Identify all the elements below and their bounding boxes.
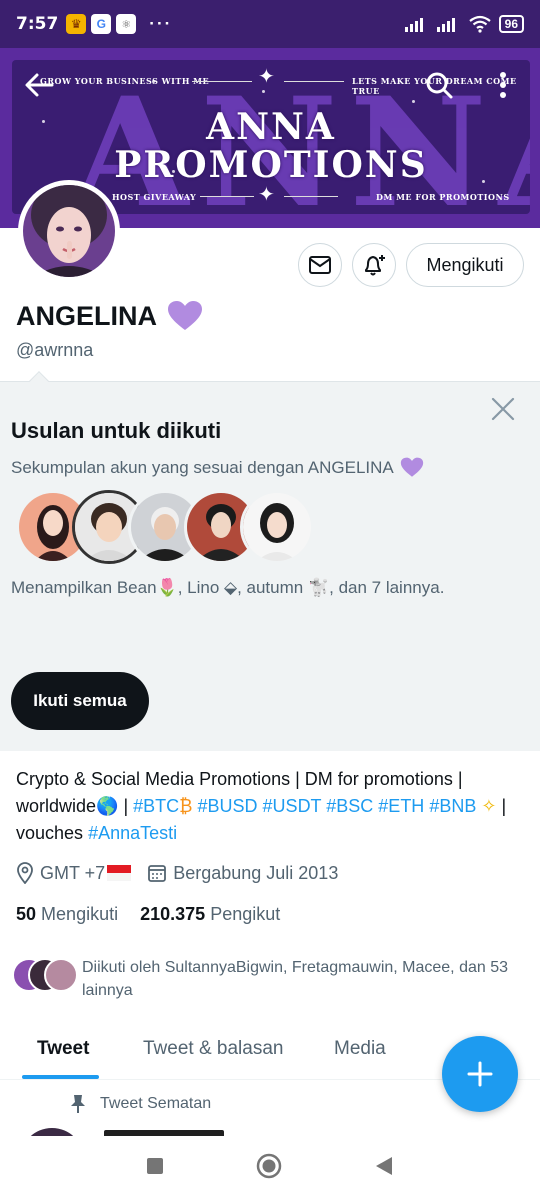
back-button[interactable] <box>24 72 54 103</box>
signal-icon <box>404 18 423 32</box>
sparkle-icon: ✦ <box>258 66 275 88</box>
calendar-icon <box>148 865 167 882</box>
home-circle-icon <box>256 1153 282 1178</box>
hashtag-link[interactable]: #USDT <box>263 796 322 816</box>
follow-suggestions-panel: Usulan untuk diikuti Sekumpulan akun yan… <box>0 371 540 751</box>
compose-tweet-button[interactable] <box>442 1036 518 1112</box>
follow-stats: 50 Mengikuti 210.375 Pengikut <box>16 904 280 925</box>
following-button[interactable]: Mengikuti <box>406 243 524 287</box>
followers-you-know-avatars <box>12 956 80 992</box>
pin-icon <box>71 1095 85 1113</box>
hashtag-link[interactable]: #BNB <box>429 796 476 816</box>
more-notifications-icon: ··· <box>149 14 173 33</box>
hashtag-link[interactable]: #BSC <box>326 796 373 816</box>
banner-text-bottom-left: HOST GIVEAWAY <box>112 192 197 202</box>
recents-button[interactable] <box>146 1157 164 1180</box>
notifications-toggle-button[interactable] <box>352 243 396 287</box>
google-icon: G <box>91 14 112 34</box>
hashtag-link[interactable]: #AnnaTesti <box>88 823 177 843</box>
following-count-link[interactable]: 50 Mengikuti <box>16 904 118 925</box>
hashtag-link[interactable]: #BUSD <box>198 796 258 816</box>
profile-name: ANGELINA <box>16 300 203 332</box>
bio-text: worldwide🌎 | <box>16 796 129 816</box>
hashtag-link[interactable]: #ETH <box>378 796 424 816</box>
plus-icon <box>467 1061 493 1087</box>
sparkle-icon-bottom: ✦ <box>258 184 275 206</box>
profile-bio: Crypto & Social Media Promotions | DM fo… <box>16 766 526 847</box>
home-button[interactable] <box>256 1153 282 1184</box>
hashtag-link[interactable]: #BTC <box>133 796 179 816</box>
tab-media[interactable]: Media <box>334 1020 386 1060</box>
wifi-icon <box>468 15 491 33</box>
followed-by-text: Diikuti oleh SultannyaBigwin, Fretagmauw… <box>82 959 509 999</box>
banner-text-top-left: GROW YOUR BUSINESS WITH ME <box>40 76 210 86</box>
bio-line: Crypto & Social Media Promotions | DM fo… <box>16 769 463 789</box>
status-time: 7:57 <box>16 14 59 34</box>
pinned-label-text: Tweet Sematan <box>100 1095 212 1112</box>
location-item: GMT +7 <box>16 862 132 884</box>
system-navigation-bar <box>0 1136 540 1200</box>
status-bar: 7:57 ♛ G ⚛ ··· 96 <box>0 0 540 48</box>
join-date-text: Bergabung Juli 2013 <box>173 862 339 883</box>
active-tab-indicator <box>22 1075 99 1079</box>
location-text: GMT +7 <box>40 862 106 883</box>
overflow-menu-button[interactable] <box>498 70 508 105</box>
follow-all-button[interactable]: Ikuti semua <box>11 672 149 730</box>
message-button[interactable] <box>298 243 342 287</box>
search-button[interactable] <box>424 70 454 105</box>
purple-heart-icon <box>168 301 202 330</box>
suggestions-title: Usulan untuk diikuti <box>11 418 222 443</box>
system-back-button[interactable] <box>374 1155 394 1182</box>
recents-square-icon <box>147 1157 163 1174</box>
back-triangle-icon <box>376 1156 392 1175</box>
close-icon <box>491 397 515 421</box>
banner-text-bottom-right: DM ME FOR PROMOTIONS <box>376 192 510 202</box>
avatar-image <box>23 185 115 277</box>
followed-by-row[interactable]: Diikuti oleh SultannyaBigwin, Fretagmauw… <box>12 956 512 1002</box>
battery-indicator: 96 <box>498 15 524 33</box>
profile-avatar[interactable] <box>18 180 120 282</box>
indonesia-flag-icon <box>107 865 132 881</box>
purple-heart-icon <box>400 457 423 477</box>
banner-title: ANNA PROMOTIONS <box>114 106 428 186</box>
location-pin-icon <box>17 862 33 884</box>
binance-icon: ✧ <box>481 796 497 816</box>
join-date-item: Bergabung Juli 2013 <box>147 863 338 884</box>
profile-handle: @awrnna <box>16 340 94 360</box>
notification-app-icon: ♛ <box>66 14 87 34</box>
app-notification-icon: ⚛ <box>116 14 137 34</box>
tab-tweets[interactable]: Tweet <box>37 1020 89 1060</box>
bio-text: vouches <box>16 823 84 843</box>
suggested-accounts-avatars[interactable] <box>16 490 316 566</box>
suggestions-subtitle: Sekumpulan akun yang sesuai dengan ANGEL… <box>11 457 424 478</box>
profile-meta: GMT +7 Bergabung Juli 2013 <box>16 862 354 884</box>
signal-icon-2 <box>436 18 455 32</box>
more-vertical-icon <box>500 72 506 98</box>
back-arrow-icon <box>25 73 54 97</box>
display-name: ANGELINA <box>16 300 157 331</box>
followers-count-link[interactable]: 210.375 Pengikut <box>140 904 280 925</box>
envelope-icon <box>309 256 331 274</box>
pinned-tweet-label: Tweet Sematan <box>70 1094 211 1114</box>
bitcoin-icon: ₿ <box>179 796 193 816</box>
suggested-names-text: Menampilkan Bean🌷, Lino ⬙, autumn 🐩, dan… <box>11 578 445 597</box>
bell-plus-icon <box>365 255 385 276</box>
suggested-avatar[interactable] <box>240 490 314 564</box>
avatar <box>44 958 78 992</box>
pinned-tweet-peek[interactable] <box>20 1124 540 1136</box>
tab-tweets-replies[interactable]: Tweet & balasan <box>143 1020 283 1060</box>
close-suggestions-button[interactable] <box>490 396 516 427</box>
search-icon <box>426 72 453 99</box>
